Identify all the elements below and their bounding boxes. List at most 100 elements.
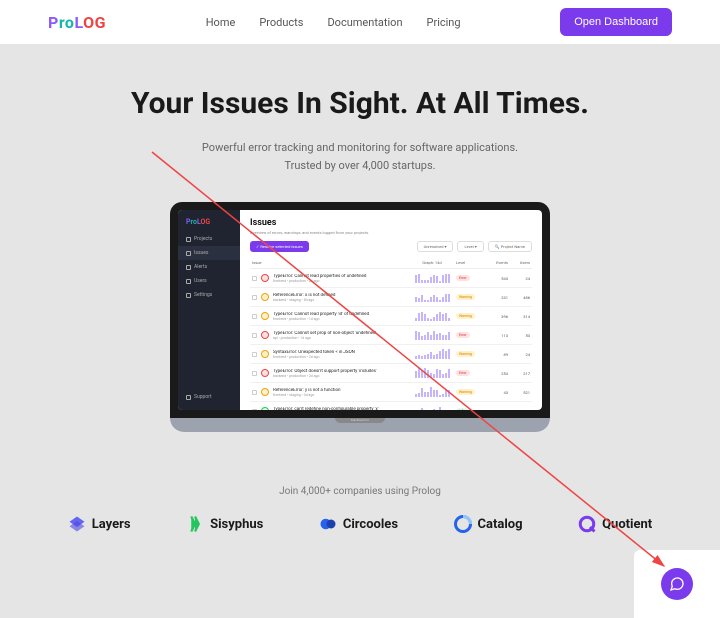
col-users: Users [508,260,530,265]
row-checkbox[interactable] [252,276,257,281]
sparkline [408,349,456,359]
filter-project[interactable]: 🔍 Project Name [488,241,532,252]
companies-title: Join 4,000+ companies using Prolog [0,486,720,497]
support-icon [186,395,191,400]
row-checkbox[interactable] [252,295,257,300]
nav-products[interactable]: Products [259,16,303,29]
filter-level[interactable]: Level ▾ [457,241,483,252]
col-issue: Issue [252,260,408,265]
issue-meta: frontend • production • 2d ago [273,355,408,359]
status-icon [261,350,269,358]
issue-row[interactable]: TypeError: Cannot set prop of non-object… [250,326,532,345]
folder-icon [186,237,191,242]
issue-meta: frontend • production • 2h ago [273,279,408,283]
events-count: 43 [486,390,508,395]
sidebar-item-settings[interactable]: Settings [178,288,240,302]
issue-meta: frontend • production • 1d ago [273,317,408,321]
circooles-icon [319,515,337,533]
events-count: 396 [486,314,508,319]
events-count: 12 [486,409,508,411]
list-icon [186,251,191,256]
laptop-base: MacBook Pro [170,418,550,432]
level-badge: Info [456,408,486,410]
issue-meta: api • production • 1d ago [273,336,408,340]
laptop-label: MacBook Pro [335,418,385,423]
app-logo: ProLOG [178,216,240,232]
sparkline [408,368,456,378]
status-icon [261,407,269,410]
level-badge: Warning [456,294,486,300]
sparkline [408,273,456,283]
level-badge: Error [456,332,486,338]
status-icon [261,293,269,301]
sidebar-item-projects[interactable]: Projects [178,232,240,246]
row-checkbox[interactable] [252,390,257,395]
top-nav: Home Products Documentation Pricing [206,16,461,29]
hero-section: Your Issues In Sight. At All Times. Powe… [0,44,720,174]
company-circooles: Circooles [319,515,398,533]
users-count: 486 [508,295,530,300]
row-checkbox[interactable] [252,314,257,319]
hero-title: Your Issues In Sight. At All Times. [0,86,720,121]
issue-meta: frontend • staging • 3d ago [273,393,408,397]
issue-row[interactable]: ReferenceError: x is not defined backend… [250,288,532,307]
open-dashboard-button[interactable]: Open Dashboard [560,8,672,36]
catalog-icon [454,515,472,533]
nav-home[interactable]: Home [206,16,236,29]
sidebar-item-issues[interactable]: Issues [178,246,240,260]
company-layers: Layers [68,515,131,533]
nav-pricing[interactable]: Pricing [427,16,461,29]
hero-subtitle-2: Trusted by over 4,000 startups. [0,157,720,175]
app-main: Issues Overview of errors, warnings, and… [240,210,542,410]
site-header: ProLOG Home Products Documentation Prici… [0,0,720,44]
sidebar-item-alerts[interactable]: Alerts [178,260,240,274]
users-count: 314 [508,314,530,319]
level-badge: Error [456,275,486,281]
sidebar-item-users[interactable]: Users [178,274,240,288]
filter-status[interactable]: Unresolved ▾ [417,241,454,252]
issue-row[interactable]: TypeError: Object doesn't support proper… [250,364,532,383]
events-count: 254 [486,371,508,376]
laptop-mockup: ProLOG Projects Issues Alerts Users Sett… [0,202,720,432]
issue-row[interactable]: TypeError: Cannot read properties of und… [250,269,532,288]
app-sidebar: ProLOG Projects Issues Alerts Users Sett… [178,210,240,410]
row-checkbox[interactable] [252,409,257,411]
row-checkbox[interactable] [252,352,257,357]
company-sisyphus: Sisyphus [186,515,263,533]
layers-icon [68,515,86,533]
sparkline [408,387,456,397]
status-icon [261,274,269,282]
events-count: 89 [486,352,508,357]
chat-widget-panel [634,550,720,618]
level-badge: Warning [456,313,486,319]
events-count: 113 [486,333,508,338]
chat-fab-button[interactable] [661,568,693,600]
users-count: 24 [508,352,530,357]
issue-row[interactable]: SyntaxError: Unexpected token < in JSON … [250,345,532,364]
sparkline [408,330,456,340]
issue-row[interactable]: ReferenceError: y is not a function fron… [250,383,532,402]
companies-section: Join 4,000+ companies using Prolog Layer… [0,486,720,533]
sisyphus-icon [186,515,204,533]
gear-icon [186,293,191,298]
issue-meta: backend • staging • 5h ago [273,298,408,302]
events-count: 543 [486,276,508,281]
col-level: Level [456,260,486,265]
level-badge: Warning [456,351,486,357]
row-checkbox[interactable] [252,371,257,376]
row-checkbox[interactable] [252,333,257,338]
level-badge: Error [456,370,486,376]
issue-title: TypeError: can't redefine non-configurab… [273,407,408,411]
sidebar-item-support[interactable]: Support [178,390,240,404]
sparkline [408,406,456,410]
hero-subtitle-1: Powerful error tracking and monitoring f… [0,139,720,157]
resolve-button[interactable]: ✓ Resolve selected issues [250,241,309,252]
col-graph: Graph: 14d [408,260,456,265]
status-icon [261,331,269,339]
nav-docs[interactable]: Documentation [327,16,402,29]
issue-meta: backend • production • 2d ago [273,374,408,378]
issue-row[interactable]: TypeError: Cannot read property 'id' of … [250,307,532,326]
users-count: 61 [508,409,530,411]
issue-row[interactable]: TypeError: can't redefine non-configurab… [250,402,532,410]
events-count: 231 [486,295,508,300]
